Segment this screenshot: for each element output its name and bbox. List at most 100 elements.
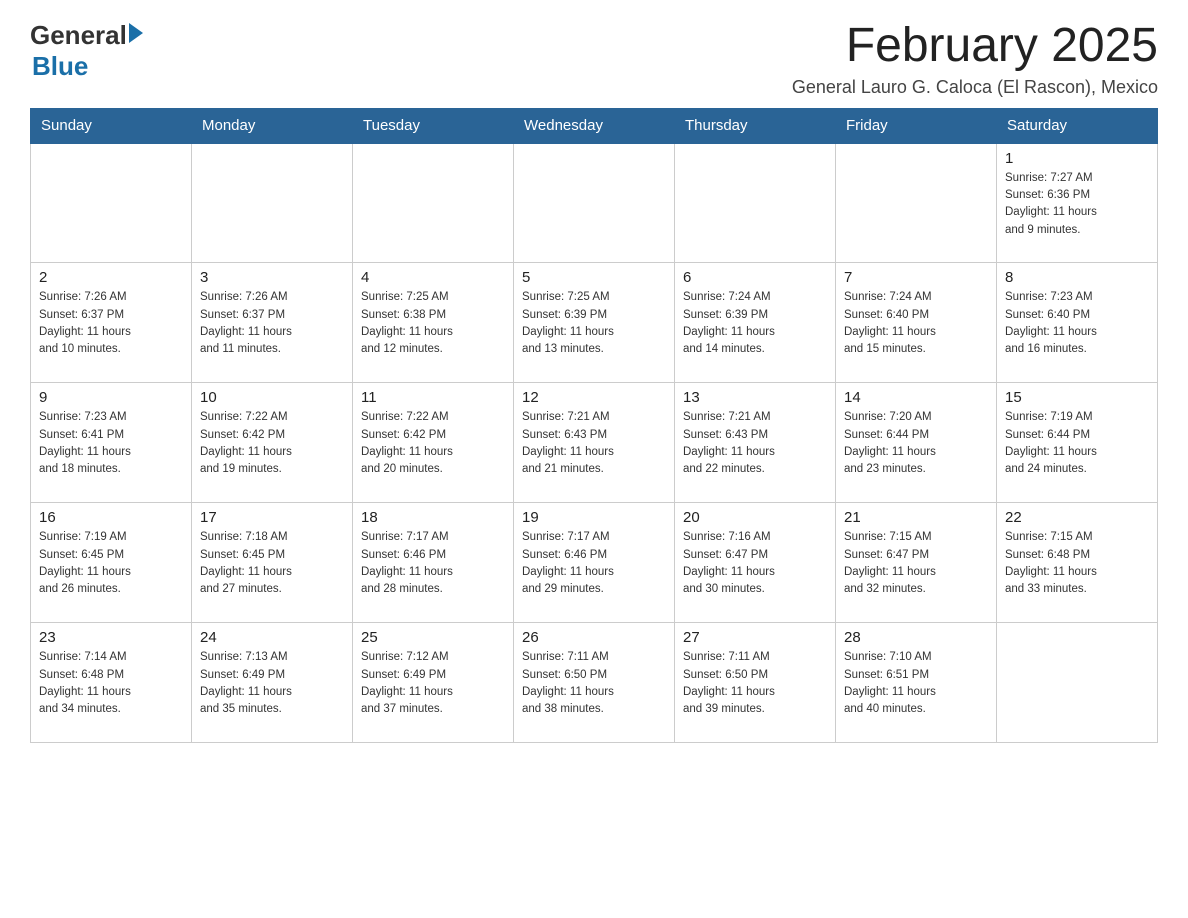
calendar-cell — [31, 143, 192, 263]
day-info: Sunrise: 7:24 AMSunset: 6:39 PMDaylight:… — [683, 289, 827, 358]
day-number: 17 — [200, 509, 344, 526]
calendar-cell: 10Sunrise: 7:22 AMSunset: 6:42 PMDayligh… — [192, 383, 353, 503]
day-info: Sunrise: 7:26 AMSunset: 6:37 PMDaylight:… — [39, 289, 183, 358]
day-number: 4 — [361, 269, 505, 286]
calendar-cell: 4 Sunrise: 7:25 AMSunset: 6:38 PMDaylight… — [353, 263, 514, 383]
logo-arrow-icon — [129, 23, 143, 43]
calendar-cell: 24Sunrise: 7:13 AMSunset: 6:49 PMDayligh… — [192, 623, 353, 743]
calendar-cell: 5 Sunrise: 7:25 AMSunset: 6:39 PMDaylight… — [514, 263, 675, 383]
day-number: 27 — [683, 629, 827, 646]
day-number: 16 — [39, 509, 183, 526]
calendar-cell: 3 Sunrise: 7:26 AMSunset: 6:37 PMDaylight… — [192, 263, 353, 383]
logo-blue-text: Blue — [32, 51, 88, 82]
day-number: 2 — [39, 269, 183, 286]
weekday-header-monday: Monday — [192, 108, 353, 143]
calendar-week-4: 16 Sunrise: 7:19 AMSunset: 6:45 PMDayligh… — [31, 503, 1158, 623]
calendar-cell — [997, 623, 1158, 743]
calendar-cell: 14 Sunrise: 7:20 AMSunset: 6:44 PMDayligh… — [836, 383, 997, 503]
day-number: 18 — [361, 509, 505, 526]
day-info: Sunrise: 7:26 AMSunset: 6:37 PMDaylight:… — [200, 289, 344, 358]
day-number: 20 — [683, 509, 827, 526]
calendar-week-3: 9 Sunrise: 7:23 AMSunset: 6:41 PMDaylight… — [31, 383, 1158, 503]
calendar-cell — [192, 143, 353, 263]
day-info: Sunrise: 7:22 AMSunset: 6:42 PMDaylight:… — [200, 409, 344, 478]
day-number: 14 — [844, 389, 988, 406]
calendar-cell — [836, 143, 997, 263]
weekday-header-sunday: Sunday — [31, 108, 192, 143]
calendar-week-5: 23 Sunrise: 7:14 AMSunset: 6:48 PMDayligh… — [31, 623, 1158, 743]
calendar-cell: 19 Sunrise: 7:17 AMSunset: 6:46 PMDayligh… — [514, 503, 675, 623]
weekday-header-friday: Friday — [836, 108, 997, 143]
weekday-header-saturday: Saturday — [997, 108, 1158, 143]
weekday-header-thursday: Thursday — [675, 108, 836, 143]
calendar-cell: 23 Sunrise: 7:14 AMSunset: 6:48 PMDayligh… — [31, 623, 192, 743]
calendar-cell — [353, 143, 514, 263]
day-info: Sunrise: 7:19 AMSunset: 6:45 PMDaylight:… — [39, 529, 183, 598]
day-info: Sunrise: 7:21 AMSunset: 6:43 PMDaylight:… — [683, 409, 827, 478]
day-info: Sunrise: 7:25 AMSunset: 6:38 PMDaylight:… — [361, 289, 505, 358]
day-info: Sunrise: 7:16 AMSunset: 6:47 PMDaylight:… — [683, 529, 827, 598]
month-title: February 2025 — [792, 20, 1158, 73]
calendar-cell: 7Sunrise: 7:24 AMSunset: 6:40 PMDaylight… — [836, 263, 997, 383]
day-info: Sunrise: 7:12 AMSunset: 6:49 PMDaylight:… — [361, 649, 505, 718]
day-number: 21 — [844, 509, 988, 526]
calendar-cell: 21Sunrise: 7:15 AMSunset: 6:47 PMDayligh… — [836, 503, 997, 623]
day-number: 19 — [522, 509, 666, 526]
day-info: Sunrise: 7:14 AMSunset: 6:48 PMDaylight:… — [39, 649, 183, 718]
day-number: 13 — [683, 389, 827, 406]
calendar-cell: 16 Sunrise: 7:19 AMSunset: 6:45 PMDayligh… — [31, 503, 192, 623]
logo-general-text: General — [30, 20, 127, 51]
weekday-header-wednesday: Wednesday — [514, 108, 675, 143]
calendar-cell: 27 Sunrise: 7:11 AMSunset: 6:50 PMDayligh… — [675, 623, 836, 743]
calendar-cell: 13 Sunrise: 7:21 AMSunset: 6:43 PMDayligh… — [675, 383, 836, 503]
calendar-cell: 18Sunrise: 7:17 AMSunset: 6:46 PMDayligh… — [353, 503, 514, 623]
day-number: 1 — [1005, 150, 1149, 167]
day-number: 23 — [39, 629, 183, 646]
calendar-cell: 12Sunrise: 7:21 AMSunset: 6:43 PMDayligh… — [514, 383, 675, 503]
calendar-cell: 26Sunrise: 7:11 AMSunset: 6:50 PMDayligh… — [514, 623, 675, 743]
day-info: Sunrise: 7:11 AMSunset: 6:50 PMDaylight:… — [683, 649, 827, 718]
calendar-cell — [514, 143, 675, 263]
calendar-week-1: 1 Sunrise: 7:27 AMSunset: 6:36 PMDaylight… — [31, 143, 1158, 263]
day-info: Sunrise: 7:15 AMSunset: 6:48 PMDaylight:… — [1005, 529, 1149, 598]
calendar-cell: 11Sunrise: 7:22 AMSunset: 6:42 PMDayligh… — [353, 383, 514, 503]
calendar-cell: 17 Sunrise: 7:18 AMSunset: 6:45 PMDayligh… — [192, 503, 353, 623]
calendar-header-row: SundayMondayTuesdayWednesdayThursdayFrid… — [31, 108, 1158, 143]
calendar-cell: 9 Sunrise: 7:23 AMSunset: 6:41 PMDaylight… — [31, 383, 192, 503]
day-number: 15 — [1005, 389, 1149, 406]
day-info: Sunrise: 7:18 AMSunset: 6:45 PMDaylight:… — [200, 529, 344, 598]
calendar-cell: 28 Sunrise: 7:10 AMSunset: 6:51 PMDayligh… — [836, 623, 997, 743]
calendar-table: SundayMondayTuesdayWednesdayThursdayFrid… — [30, 108, 1158, 744]
day-info: Sunrise: 7:22 AMSunset: 6:42 PMDaylight:… — [361, 409, 505, 478]
day-number: 25 — [361, 629, 505, 646]
logo: General Blue — [30, 20, 143, 82]
day-number: 9 — [39, 389, 183, 406]
location-title: General Lauro G. Caloca (El Rascon), Mex… — [792, 77, 1158, 98]
day-info: Sunrise: 7:23 AMSunset: 6:41 PMDaylight:… — [39, 409, 183, 478]
calendar-cell: 6Sunrise: 7:24 AMSunset: 6:39 PMDaylight… — [675, 263, 836, 383]
weekday-header-tuesday: Tuesday — [353, 108, 514, 143]
day-number: 7 — [844, 269, 988, 286]
day-info: Sunrise: 7:25 AMSunset: 6:39 PMDaylight:… — [522, 289, 666, 358]
title-block: February 2025 General Lauro G. Caloca (E… — [792, 20, 1158, 98]
calendar-cell: 2 Sunrise: 7:26 AMSunset: 6:37 PMDaylight… — [31, 263, 192, 383]
day-number: 3 — [200, 269, 344, 286]
day-info: Sunrise: 7:10 AMSunset: 6:51 PMDaylight:… — [844, 649, 988, 718]
day-info: Sunrise: 7:27 AMSunset: 6:36 PMDaylight:… — [1005, 170, 1149, 239]
day-info: Sunrise: 7:17 AMSunset: 6:46 PMDaylight:… — [522, 529, 666, 598]
day-info: Sunrise: 7:20 AMSunset: 6:44 PMDaylight:… — [844, 409, 988, 478]
day-number: 28 — [844, 629, 988, 646]
calendar-cell — [675, 143, 836, 263]
day-number: 22 — [1005, 509, 1149, 526]
day-info: Sunrise: 7:23 AMSunset: 6:40 PMDaylight:… — [1005, 289, 1149, 358]
calendar-cell: 1 Sunrise: 7:27 AMSunset: 6:36 PMDaylight… — [997, 143, 1158, 263]
calendar-cell: 22 Sunrise: 7:15 AMSunset: 6:48 PMDayligh… — [997, 503, 1158, 623]
day-number: 5 — [522, 269, 666, 286]
calendar-cell: 20 Sunrise: 7:16 AMSunset: 6:47 PMDayligh… — [675, 503, 836, 623]
day-info: Sunrise: 7:19 AMSunset: 6:44 PMDaylight:… — [1005, 409, 1149, 478]
day-number: 26 — [522, 629, 666, 646]
page-header: General Blue February 2025 General Lauro… — [30, 20, 1158, 98]
day-number: 8 — [1005, 269, 1149, 286]
calendar-week-2: 2 Sunrise: 7:26 AMSunset: 6:37 PMDaylight… — [31, 263, 1158, 383]
day-info: Sunrise: 7:21 AMSunset: 6:43 PMDaylight:… — [522, 409, 666, 478]
